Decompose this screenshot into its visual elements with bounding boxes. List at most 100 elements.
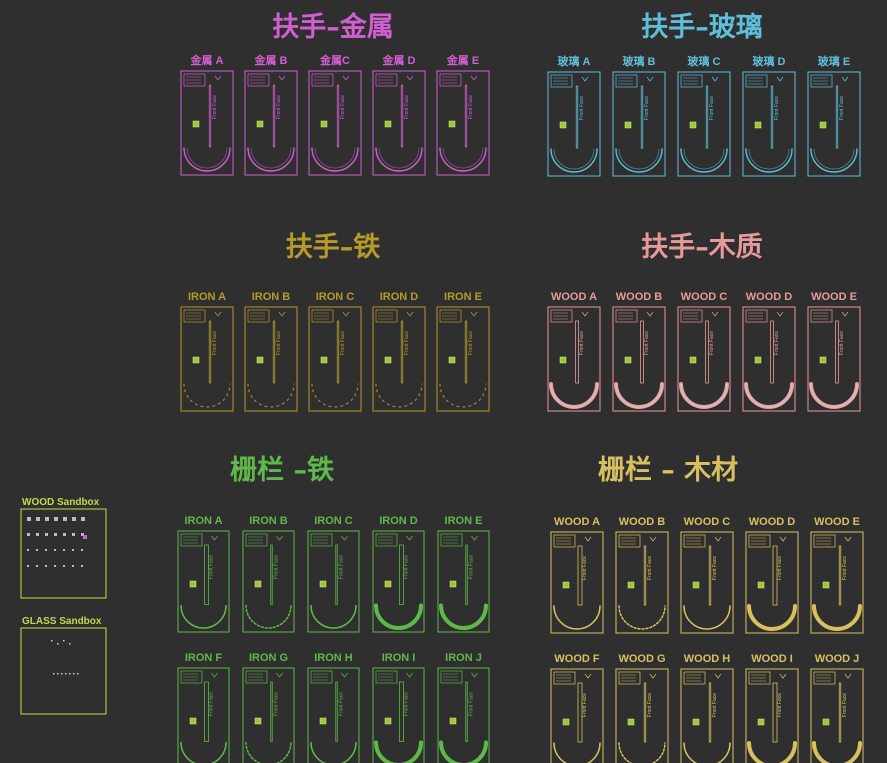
card-label: IRON A <box>188 291 226 303</box>
arrow-marker-icon <box>470 311 478 317</box>
drawing-card[interactable]: Front Face <box>372 306 426 412</box>
front-face-label: Front Face <box>404 331 410 355</box>
post <box>465 544 468 605</box>
rail-u-shape <box>683 605 731 630</box>
sandbox-sample <box>81 549 83 551</box>
drawing-card[interactable]: Front Face <box>745 668 799 763</box>
drawing-card[interactable]: Front Face <box>308 306 362 412</box>
card-frame <box>550 668 604 763</box>
arrow-marker-icon <box>278 311 286 317</box>
origin-marker <box>562 581 570 589</box>
drawing-card[interactable]: Front Face <box>242 530 295 633</box>
front-face-label: Front Face <box>212 95 218 119</box>
drawing-card[interactable]: Front Face <box>742 306 796 412</box>
drawing-card[interactable]: Front Face <box>307 530 360 633</box>
front-face-label: Front Face <box>582 693 588 717</box>
drawing-card[interactable]: Front Face <box>680 668 734 763</box>
card-label: 金属 A <box>190 53 224 67</box>
drawing-card[interactable]: Front Face <box>615 668 669 763</box>
post <box>208 320 212 384</box>
origin-marker <box>256 356 264 364</box>
rail-inner-line <box>813 148 855 170</box>
sandbox-wood-sandbox[interactable]: WOOD Sandbox <box>20 497 107 599</box>
drawing-card[interactable]: Front Face <box>612 71 666 177</box>
drawing-card[interactable]: Front Face <box>372 530 425 633</box>
card-frame <box>177 667 230 763</box>
drawing-card[interactable]: Front Face <box>810 668 864 763</box>
drawing-card[interactable]: Front Face <box>436 306 490 412</box>
drawing-card[interactable]: Front Face <box>677 71 731 177</box>
sandbox-sample <box>63 533 66 536</box>
card-label: IRON D <box>379 515 418 527</box>
drawing-card[interactable]: Front Face <box>550 531 604 634</box>
sandbox-sample <box>53 673 55 675</box>
drawing-card[interactable]: Front Face <box>807 71 861 177</box>
arrow-marker-icon <box>646 76 654 82</box>
origin-marker <box>689 121 697 129</box>
card-label: IRON C <box>314 515 353 527</box>
origin-marker <box>757 718 765 726</box>
card-label: WOOD A <box>551 291 597 303</box>
drawing-card[interactable]: Front Face <box>372 667 425 763</box>
post <box>708 545 712 606</box>
drawing-card[interactable]: Front Face <box>307 667 360 763</box>
sandbox-sample <box>45 549 47 551</box>
drawing-card[interactable]: Front Face <box>242 667 295 763</box>
sandbox-label: WOOD Sandbox <box>22 497 100 508</box>
sandbox-sample <box>27 549 29 551</box>
drawing-card[interactable]: Front Face <box>677 306 731 412</box>
drawing-card[interactable]: Front Face <box>612 306 666 412</box>
drawing-card[interactable]: Front Face <box>680 531 734 634</box>
drawing-card[interactable]: Front Face <box>547 71 601 177</box>
drawing-card[interactable]: Front Face <box>547 306 601 412</box>
drawing-card[interactable]: Front Face <box>244 70 298 176</box>
card-label: WOOD B <box>616 291 662 303</box>
drawing-card[interactable]: Front Face <box>742 71 796 177</box>
arrow-marker-icon <box>779 673 787 679</box>
arrow-marker-icon <box>471 535 478 541</box>
card-label: WOOD E <box>814 516 860 528</box>
rail-inner-line <box>250 147 292 169</box>
group-title: 扶手–铁 <box>286 232 381 263</box>
group-wood-fence: 栅栏 – 木材 WOOD A Front Face WOOD B Front Face W… <box>550 455 864 763</box>
rail-u-shape <box>553 605 601 630</box>
drawing-card[interactable]: Front Face <box>244 306 298 412</box>
drawing-card[interactable]: Front Face <box>437 530 490 633</box>
drawing-card[interactable]: Front Face <box>177 667 230 763</box>
origin-marker <box>449 717 457 725</box>
arrow-marker-icon <box>776 76 784 82</box>
group-title: 栅栏 – 木材 <box>598 455 738 486</box>
card-frame <box>612 71 666 177</box>
drawing-card[interactable]: Front Face <box>550 668 604 763</box>
front-face-label: Front Face <box>579 331 585 355</box>
front-face-label: Front Face <box>468 95 474 119</box>
drawing-card[interactable]: Front Face <box>177 530 230 633</box>
arrow-marker-icon <box>342 311 350 317</box>
rail-u-shape <box>614 382 664 409</box>
sandbox-glass-sandbox[interactable]: GLASS Sandbox <box>20 616 107 715</box>
sandbox-sample <box>73 673 75 675</box>
rail-highlight <box>810 383 858 408</box>
post <box>270 544 273 605</box>
post <box>643 682 647 743</box>
drawing-card[interactable]: Front Face <box>308 70 362 176</box>
card-frame <box>307 667 360 763</box>
drawing-card[interactable]: Front Face <box>180 306 234 412</box>
drawing-card[interactable]: Front Face <box>810 531 864 634</box>
sandbox-sample <box>51 640 53 642</box>
origin-marker <box>189 717 197 725</box>
sandbox-sample <box>65 673 67 675</box>
drawing-card[interactable]: Front Face <box>745 531 799 634</box>
drawing-card[interactable]: Front Face <box>372 70 426 176</box>
drawing-card[interactable]: Front Face <box>437 667 490 763</box>
card-frame <box>547 71 601 177</box>
sandbox-sample <box>54 565 56 567</box>
arrow-marker-icon <box>341 535 348 541</box>
front-face-label: Front Face <box>468 331 474 355</box>
drawing-canvas[interactable]: 扶手–金属金属 A Front Face 金属 B Front Face 金属C Fron… <box>0 0 887 763</box>
drawing-card[interactable]: Front Face <box>180 70 234 176</box>
drawing-card[interactable]: Front Face <box>436 70 490 176</box>
drawing-card[interactable]: Front Face <box>807 306 861 412</box>
rail-u-shape <box>374 740 423 763</box>
drawing-card[interactable]: Front Face <box>615 531 669 634</box>
